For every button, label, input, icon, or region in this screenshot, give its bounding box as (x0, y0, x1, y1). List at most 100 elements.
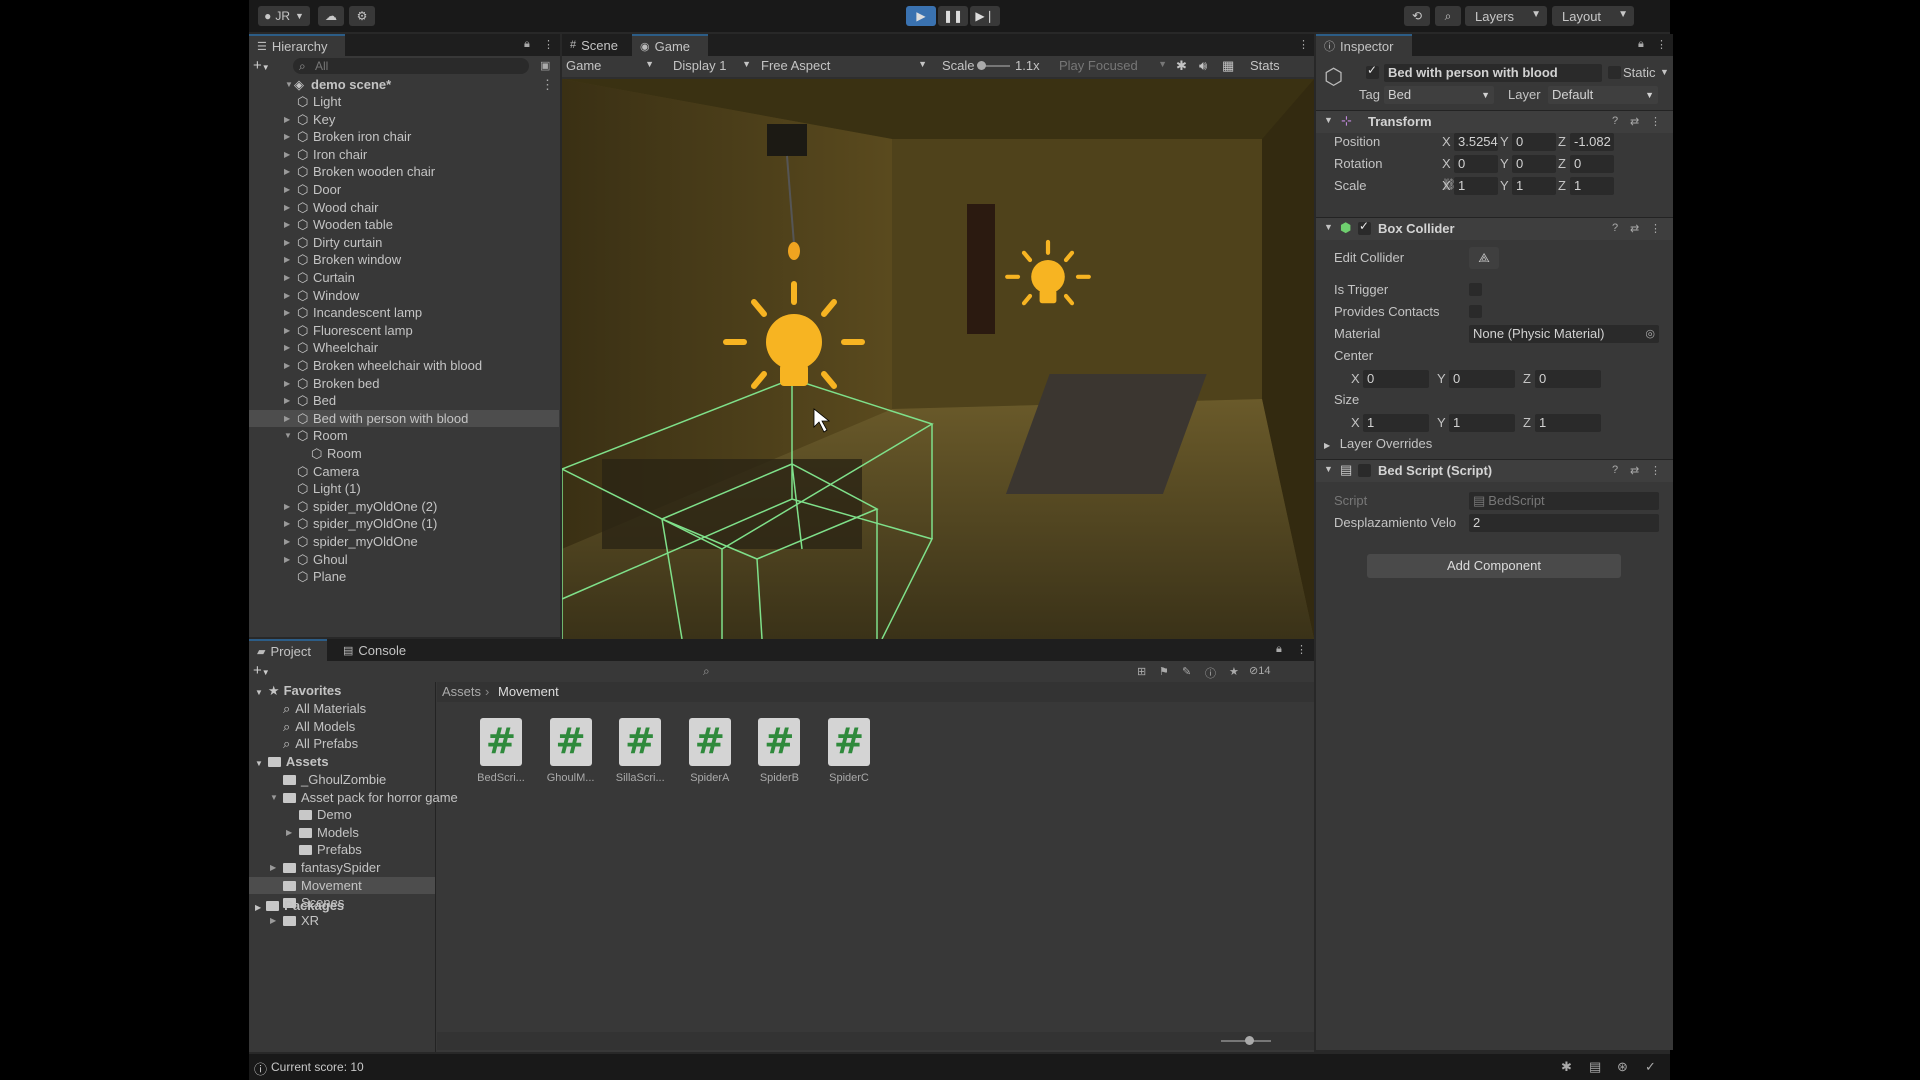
collapsed-arrow-icon[interactable]: ▶ (284, 234, 290, 251)
axis-label-y[interactable]: Y (1500, 156, 1509, 171)
hierarchy-item[interactable]: ▶ ⬡ Broken window (249, 251, 559, 268)
rotation-x-field[interactable]: 0 (1454, 155, 1498, 173)
size-y-field[interactable]: 1 (1449, 414, 1515, 432)
kebab-menu-icon[interactable]: ⋮ (1650, 222, 1661, 235)
asset-script-file[interactable]: # GhoulM... (539, 718, 603, 784)
hierarchy-item[interactable]: ⬡ Light (249, 93, 559, 110)
progress-check-icon[interactable]: ✓ (1645, 1059, 1656, 1075)
hierarchy-item[interactable]: ▶ ⬡ Wooden table (249, 216, 559, 233)
axis-label-y[interactable]: Y (1500, 178, 1509, 193)
scale-slider[interactable] (977, 61, 1010, 70)
project-folder-item[interactable]: Movement (249, 876, 435, 894)
star-icon[interactable]: ★ (1229, 665, 1239, 678)
hierarchy-item[interactable]: ▶ ⬡ Broken iron chair (249, 128, 559, 145)
scale-y-field[interactable]: 1 (1512, 177, 1556, 195)
kebab-menu-icon[interactable]: ⋮ (1298, 38, 1309, 51)
hierarchy-item[interactable]: ▶ ⬡ spider_myOldOne (2) (249, 498, 559, 515)
axis-label-y[interactable]: Y (1437, 415, 1446, 430)
axis-label-x[interactable]: X (1442, 134, 1451, 149)
hierarchy-item[interactable]: ▶ ⬡ Broken bed (249, 375, 559, 392)
layer-overrides-foldout[interactable]: ▶ Layer Overrides (1324, 436, 1432, 451)
box-collider-header[interactable]: ▼ ⬢ Box Collider ? ⇄ ⋮ (1316, 217, 1673, 240)
cloud-button[interactable]: ☁ (318, 6, 344, 26)
collapsed-arrow-icon[interactable]: ▶ (284, 269, 290, 286)
provides-contacts-checkbox[interactable] (1469, 305, 1482, 318)
collapsed-arrow-icon[interactable]: ▶ (284, 216, 290, 233)
project-folder-item[interactable]: _GhoulZombie (249, 771, 435, 788)
play-mode-dropdown[interactable]: Play Focused ▼ (1059, 58, 1167, 73)
hierarchy-item[interactable]: ⬡ Camera (249, 463, 559, 480)
kebab-menu-icon[interactable]: ⋮ (1650, 115, 1661, 128)
breadcrumb-assets[interactable]: Assets (442, 684, 481, 699)
scene-visibility-icon[interactable]: ▣ (540, 59, 550, 72)
center-x-field[interactable]: 0 (1363, 370, 1429, 388)
speaker-icon[interactable]: 🔊︎ (1199, 58, 1207, 74)
filter-type-icon[interactable]: ⊞ (1137, 665, 1146, 678)
collapsed-arrow-icon[interactable]: ▶ (284, 287, 290, 304)
preset-icon[interactable]: ⇄ (1630, 464, 1639, 477)
hierarchy-item[interactable]: ⬡ Plane (249, 568, 559, 585)
hierarchy-item[interactable]: ▶ ⬡ Key (249, 111, 559, 128)
center-y-field[interactable]: 0 (1449, 370, 1515, 388)
search-button[interactable]: ⌕ (1435, 6, 1461, 26)
help-icon[interactable]: ? (1612, 464, 1618, 476)
chevron-down-icon[interactable]: ▼ (1660, 67, 1669, 77)
collapsed-arrow-icon[interactable]: ▶ (284, 357, 290, 374)
hierarchy-item[interactable]: ▶ ⬡ Iron chair (249, 146, 559, 163)
position-y-field[interactable]: 0 (1512, 133, 1556, 151)
scale-x-field[interactable]: 1 (1454, 177, 1498, 195)
rotation-y-field[interactable]: 0 (1512, 155, 1556, 173)
scale-z-field[interactable]: 1 (1570, 177, 1614, 195)
layer-dropdown[interactable]: Default ▼ (1548, 86, 1658, 104)
hierarchy-item[interactable]: ▶ ⬡ Dirty curtain (249, 234, 559, 251)
tab-hierarchy[interactable]: ☰ Hierarchy (249, 34, 345, 56)
axis-label-z[interactable]: Z (1523, 415, 1531, 430)
edit-collider-button[interactable]: ⟁ (1469, 247, 1499, 269)
asset-script-file[interactable]: # SpiderB (747, 718, 811, 784)
game-viewport[interactable] (562, 79, 1314, 639)
packages-foldout[interactable]: ▶ Packages (255, 897, 344, 914)
tab-scene[interactable]: # Scene (562, 34, 632, 56)
assets-foldout[interactable]: ▼ Assets (255, 753, 329, 770)
info-icon[interactable]: ⓘ (1205, 665, 1216, 681)
preset-icon[interactable]: ⇄ (1630, 115, 1639, 128)
collapsed-arrow-icon[interactable]: ▶ (284, 181, 290, 198)
hierarchy-item[interactable]: ▼ ⬡ Room (249, 427, 559, 444)
collapsed-arrow-icon[interactable]: ▶ (270, 859, 276, 876)
bed-script-header[interactable]: ▼ ▤ Bed Script (Script) ? ⇄ ⋮ (1316, 459, 1673, 482)
kebab-menu-icon[interactable]: ⋮ (543, 38, 554, 51)
collapsed-arrow-icon[interactable]: ▶ (284, 375, 290, 392)
object-picker-icon[interactable]: ◎ (1645, 325, 1655, 343)
collapsed-arrow-icon[interactable]: ▶ (284, 498, 290, 515)
history-button[interactable]: ⟲ (1404, 6, 1430, 26)
create-button[interactable]: +▼ (253, 57, 283, 75)
slider-thumb[interactable] (1245, 1036, 1254, 1045)
hierarchy-item[interactable]: ▶ ⬡ Broken wooden chair (249, 163, 559, 180)
axis-label-z[interactable]: Z (1558, 178, 1566, 193)
collapsed-arrow-icon[interactable]: ▶ (284, 163, 290, 180)
axis-label-x[interactable]: X (1442, 156, 1451, 171)
static-checkbox[interactable] (1608, 66, 1621, 79)
gizmos-grid-icon[interactable]: ▦ (1222, 58, 1234, 74)
account-dropdown[interactable]: ● JR ▼ (258, 6, 310, 26)
tag-icon[interactable]: ✎ (1182, 665, 1191, 678)
project-search-input[interactable]: ⌕ (699, 664, 1049, 680)
hierarchy-item[interactable]: ▶ ⬡ Fluorescent lamp (249, 322, 559, 339)
position-x-field[interactable]: 3.5254 (1454, 133, 1498, 151)
collapsed-arrow-icon[interactable]: ▶ (284, 111, 290, 128)
bug-icon[interactable]: ✱ (1561, 1059, 1572, 1075)
kebab-menu-icon[interactable]: ⋮ (1296, 643, 1307, 656)
collapsed-arrow-icon[interactable]: ▶ (284, 128, 290, 145)
favorite-item[interactable]: ⌕ All Prefabs (283, 735, 358, 752)
component-enabled-checkbox[interactable] (1358, 464, 1371, 477)
collapsed-arrow-icon[interactable]: ▶ (284, 410, 290, 427)
hierarchy-item[interactable]: ▶ ⬡ Curtain (249, 269, 559, 286)
icon-size-slider[interactable] (1221, 1036, 1271, 1045)
create-asset-button[interactable]: +▼ (253, 662, 270, 679)
collapsed-arrow-icon[interactable]: ▶ (284, 392, 290, 409)
scene-root[interactable]: ▼ ◈ demo scene* ⋮ (249, 76, 559, 93)
is-trigger-checkbox[interactable] (1469, 283, 1482, 296)
bug-icon[interactable]: ✱ (1176, 58, 1187, 74)
step-button[interactable]: ▶❘ (970, 6, 1000, 26)
collapsed-arrow-icon[interactable]: ▶ (284, 339, 290, 356)
